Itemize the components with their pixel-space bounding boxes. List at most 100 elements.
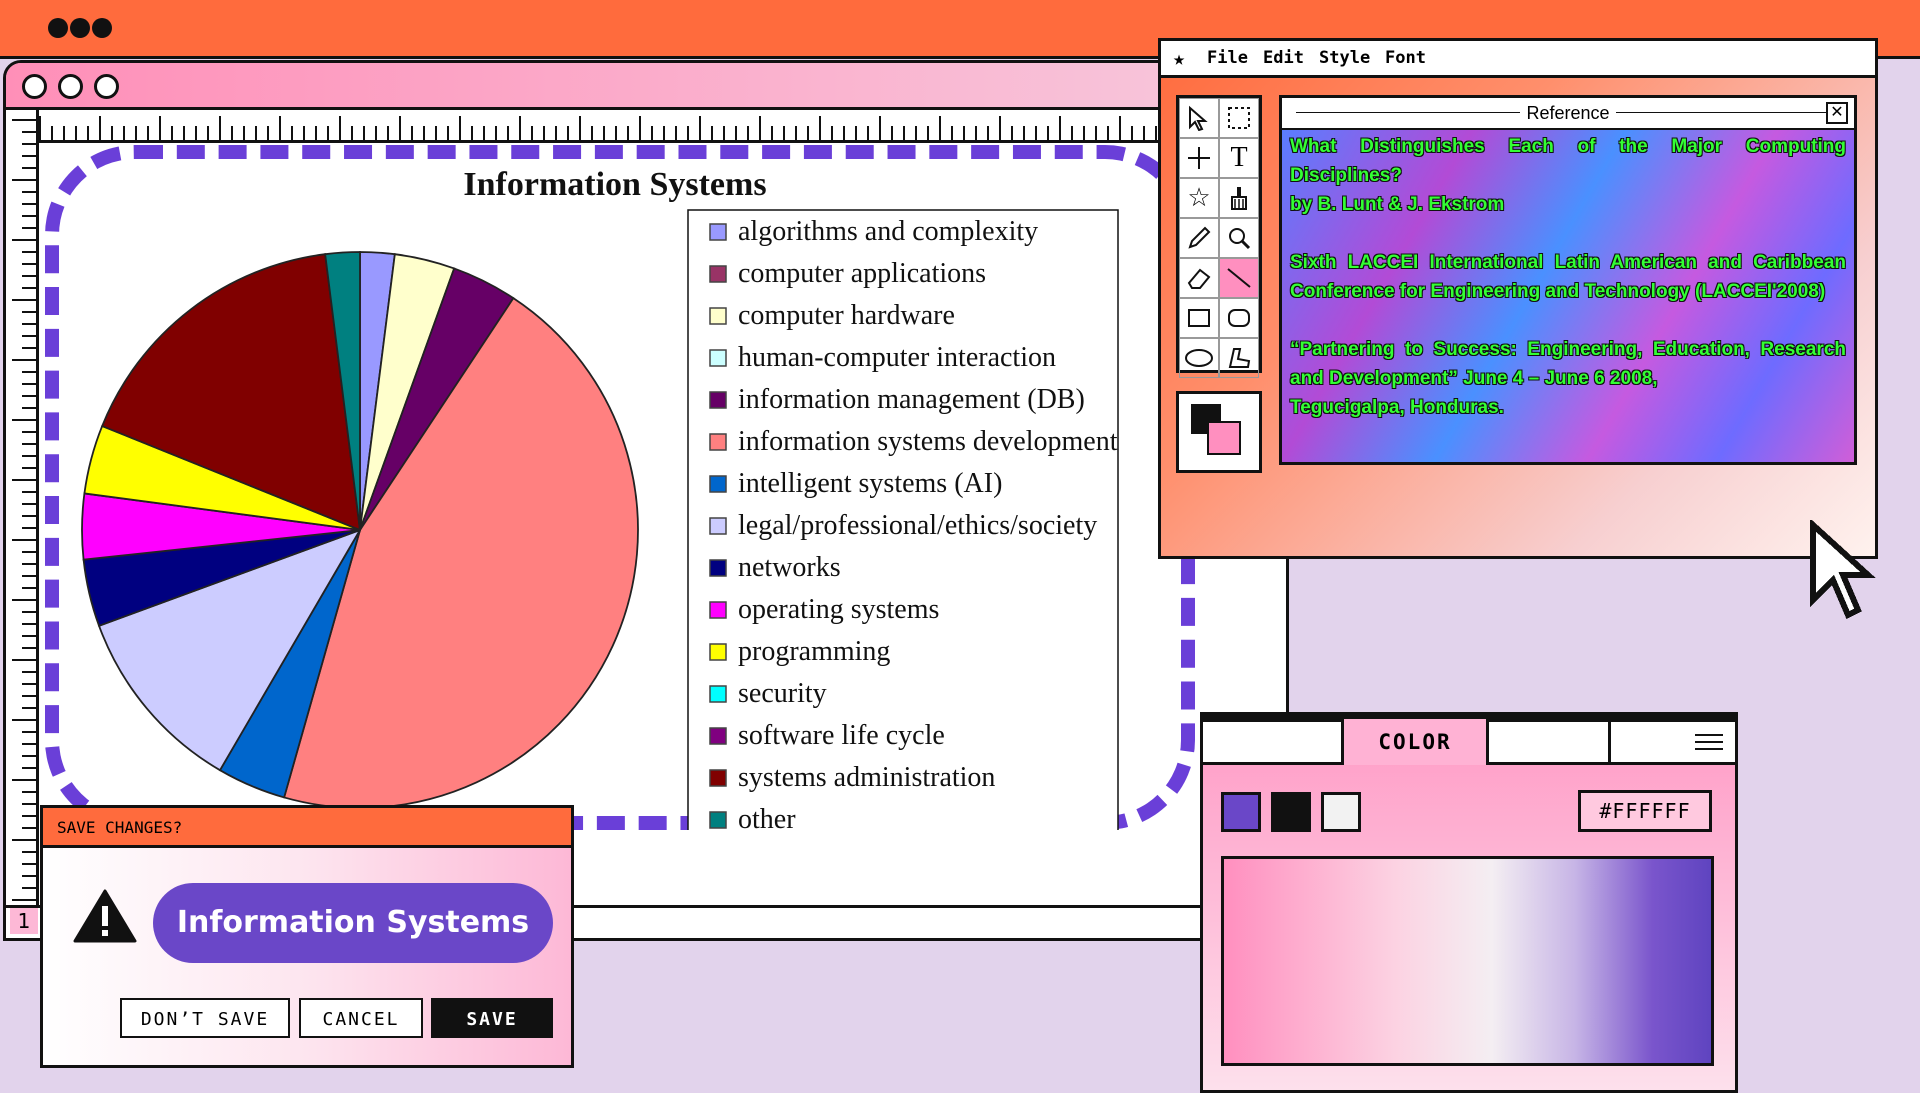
- legend-swatch: [709, 265, 727, 283]
- legend-swatch: [709, 727, 727, 745]
- tab-color[interactable]: COLOR: [1341, 719, 1489, 765]
- polygon-icon: [1228, 348, 1251, 368]
- color-picker-box[interactable]: [1176, 391, 1262, 473]
- dot-icon: [92, 18, 112, 38]
- legend-label: computer hardware: [738, 300, 955, 331]
- cancel-button[interactable]: CANCEL: [299, 998, 423, 1038]
- legend-label: other: [738, 804, 796, 830]
- save-button[interactable]: SAVE: [431, 998, 553, 1038]
- star-icon[interactable]: ★: [1173, 41, 1185, 75]
- legend-label: security: [738, 678, 827, 709]
- close-icon[interactable]: ✕: [1826, 102, 1848, 124]
- save-changes-dialog: SAVE CHANGES? Information Systems DON’T …: [40, 805, 574, 1068]
- legend-swatch: [709, 685, 727, 703]
- legend-label: information systems development: [738, 426, 1118, 457]
- rounded-rectangle-icon: [1228, 309, 1250, 327]
- paint-menu-bar: ★ File Edit Style Font: [1161, 41, 1875, 78]
- dialog-message: Information Systems: [153, 883, 553, 963]
- color-panel-tabs: COLOR: [1203, 719, 1735, 765]
- crosshair-icon: [1188, 147, 1210, 169]
- legend-label: intelligent systems (AI): [738, 468, 1002, 499]
- crosshair-tool[interactable]: [1179, 138, 1219, 178]
- maximize-window-button[interactable]: [94, 74, 119, 99]
- legend-swatch: [709, 391, 727, 409]
- text-tool[interactable]: T: [1219, 138, 1259, 178]
- line-icon: [1227, 268, 1251, 288]
- rectangle-tool[interactable]: [1179, 298, 1219, 338]
- legend-swatch: [709, 223, 727, 241]
- legend-label: programming: [738, 636, 890, 667]
- legend-swatch: [709, 643, 727, 661]
- zoom-tool[interactable]: [1219, 218, 1259, 258]
- brush-tool[interactable]: [1219, 178, 1259, 218]
- chart-title: Information Systems: [463, 166, 766, 203]
- text-tool-icon: T: [1230, 142, 1248, 173]
- dialog-title: SAVE CHANGES?: [43, 808, 571, 848]
- reference-panel: Reference ✕ What Distinguishes Each of t…: [1279, 95, 1857, 465]
- arrow-tool[interactable]: [1179, 98, 1219, 138]
- reference-line: What Distinguishes Each of the Major Com…: [1290, 136, 1846, 186]
- legend-label: systems administration: [738, 762, 995, 793]
- color-swatch-purple[interactable]: [1221, 792, 1261, 832]
- star-tool[interactable]: ☆: [1179, 178, 1219, 218]
- marquee-tool[interactable]: [1219, 98, 1259, 138]
- vertical-ruler: [6, 110, 39, 938]
- reference-line: “Partnering to Success: Engineering, Edu…: [1290, 339, 1846, 389]
- ellipse-icon: [1185, 349, 1213, 367]
- eraser-tool[interactable]: [1179, 258, 1219, 298]
- menu-icon[interactable]: [1695, 732, 1723, 752]
- background-color-swatch[interactable]: [1207, 421, 1241, 455]
- arrow-icon: [1189, 105, 1208, 131]
- menu-file[interactable]: File: [1207, 41, 1248, 75]
- star-outline-icon: ☆: [1187, 183, 1211, 213]
- reference-line: by B. Lunt & J. Ekstrom: [1290, 194, 1505, 215]
- color-swatch-white[interactable]: [1321, 792, 1361, 832]
- line-tool[interactable]: [1219, 258, 1259, 298]
- dont-save-button[interactable]: DON’T SAVE: [120, 998, 290, 1038]
- legend-label: information management (DB): [738, 384, 1085, 415]
- reference-panel-title: Reference: [1520, 103, 1616, 123]
- legend-swatch: [709, 601, 727, 619]
- menu-font[interactable]: Font: [1385, 41, 1426, 75]
- legend-label: networks: [738, 552, 841, 583]
- pie-slices: [81, 251, 639, 809]
- legend-swatch: [709, 559, 727, 577]
- color-swatch-black[interactable]: [1271, 792, 1311, 832]
- rounded-rect-tool[interactable]: [1219, 298, 1259, 338]
- dot-icon: [70, 18, 90, 38]
- color-panel: COLOR #FFFFFF: [1200, 712, 1738, 1093]
- brush-icon: [1231, 187, 1247, 210]
- menu-style[interactable]: Style: [1319, 41, 1370, 75]
- menu-edit[interactable]: Edit: [1263, 41, 1304, 75]
- legend-swatch: [709, 517, 727, 535]
- pencil-icon: [1188, 226, 1211, 249]
- legend-swatch: [709, 433, 727, 451]
- dot-icon: [48, 18, 68, 38]
- tab-divider: [1608, 722, 1611, 762]
- legend-label: operating systems: [738, 594, 939, 625]
- polygon-tool[interactable]: [1219, 338, 1259, 378]
- minimize-window-button[interactable]: [58, 74, 83, 99]
- main-window-titlebar: [6, 63, 1286, 110]
- reference-panel-header: Reference ✕: [1282, 98, 1854, 130]
- ruler-ticks: [12, 119, 36, 937]
- legend-swatch: [709, 811, 727, 829]
- legend-swatch: [709, 349, 727, 367]
- pie-chart: Information Systems algorithms and compl…: [81, 166, 1119, 830]
- hex-color-input[interactable]: #FFFFFF: [1578, 790, 1712, 832]
- legend-label: human-computer interaction: [738, 342, 1056, 373]
- legend-swatch: [709, 769, 727, 787]
- legend-label: computer applications: [738, 258, 986, 289]
- color-gradient-picker[interactable]: [1221, 856, 1714, 1066]
- toolbox: T ☆: [1176, 95, 1262, 378]
- eraser-icon: [1187, 268, 1211, 289]
- magnifier-icon: [1229, 228, 1251, 250]
- page-number: 1: [10, 908, 38, 934]
- legend-label: software life cycle: [738, 720, 945, 751]
- close-window-button[interactable]: [22, 74, 47, 99]
- marquee-icon: [1228, 107, 1250, 129]
- ellipse-tool[interactable]: [1179, 338, 1219, 378]
- rectangle-icon: [1188, 309, 1210, 327]
- pencil-tool[interactable]: [1179, 218, 1219, 258]
- legend-label: legal/professional/ethics/society: [738, 510, 1097, 541]
